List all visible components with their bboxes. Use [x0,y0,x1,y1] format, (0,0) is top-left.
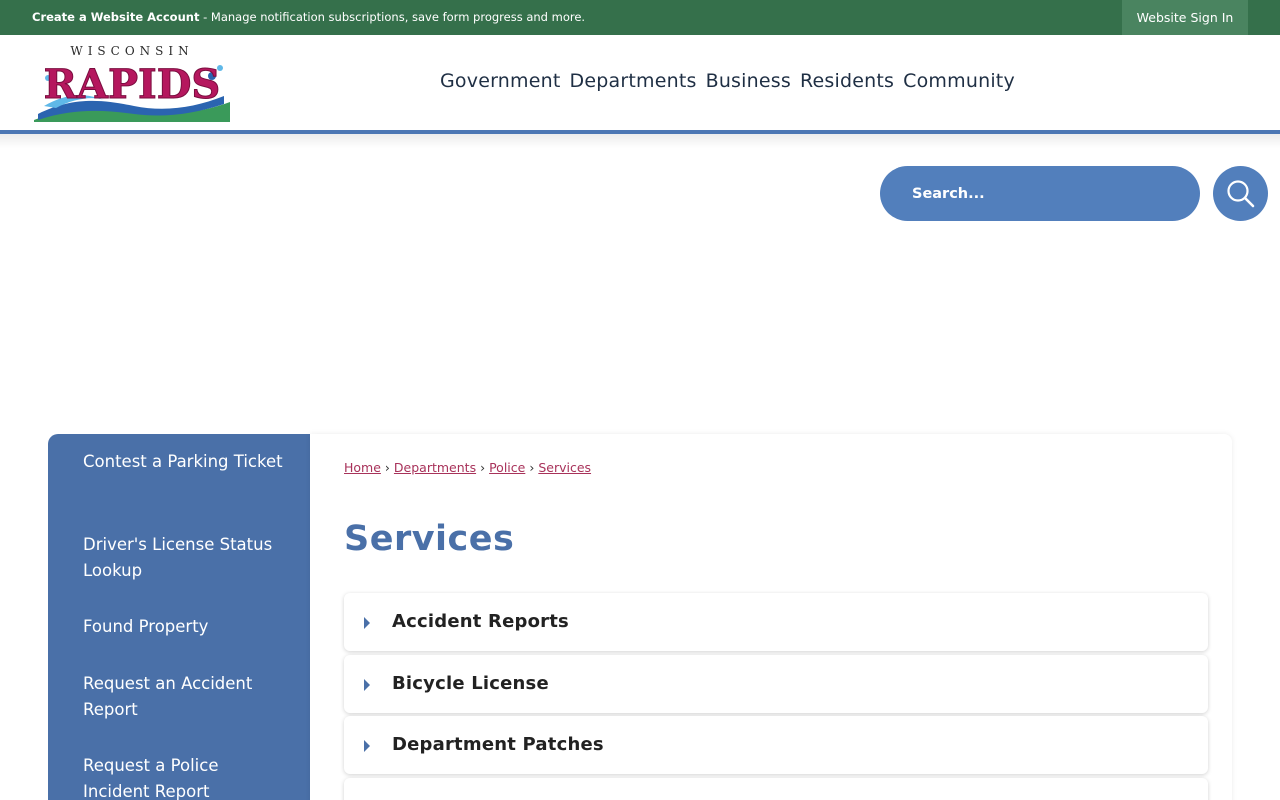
accordion-label: Accident Reports [392,611,569,632]
search-icon [1227,180,1255,208]
city-logo[interactable]: WISCONSIN RAPIDS [34,44,230,122]
header-shadow [0,134,1280,148]
nav-residents[interactable]: Residents [800,70,894,92]
breadcrumb-home[interactable]: Home [344,460,381,475]
page-title: Services [344,519,515,559]
nav-departments[interactable]: Departments [570,70,697,92]
accordion-label: Department Patches [392,734,604,755]
account-message-text: - Manage notification subscriptions, sav… [199,10,586,24]
breadcrumb-services[interactable]: Services [538,460,591,475]
sidebar-item-found-property[interactable]: Found Property [83,614,283,640]
accordion-bicycle-license[interactable]: Bicycle License [344,655,1208,713]
sidebar-item-contest-parking-ticket[interactable]: Contest a Parking Ticket [83,449,283,475]
sidebar-menu: Contest a Parking Ticket Driver's Licens… [48,434,310,800]
nav-business[interactable]: Business [706,70,791,92]
breadcrumb-separator: › [480,460,486,475]
caret-right-icon [364,740,370,752]
search-input[interactable] [880,166,1200,221]
breadcrumb-departments[interactable]: Departments [394,460,476,475]
accordion-accident-reports[interactable]: Accident Reports [344,593,1208,651]
nav-community[interactable]: Community [903,70,1015,92]
accordion-next-item[interactable] [344,778,1208,800]
website-sign-in-button[interactable]: Website Sign In [1122,0,1248,35]
caret-right-icon [364,617,370,629]
accordion-label: Bicycle License [392,673,549,694]
top-bar: Create a Website Account - Manage notifi… [0,0,1280,35]
create-account-link[interactable]: Create a Website Account [32,10,199,24]
logo-graphic: RAPIDS [34,61,230,122]
nav-government[interactable]: Government [440,70,561,92]
accordion-department-patches[interactable]: Department Patches [344,716,1208,774]
main-navigation: Government Departments Business Resident… [440,58,1024,104]
sidebar-item-request-incident-report[interactable]: Request a Police Incident Report [83,753,283,800]
logo-main-text: RAPIDS [44,61,221,108]
sidebar-item-drivers-license-lookup[interactable]: Driver's License Status Lookup [83,532,283,584]
breadcrumb-police[interactable]: Police [489,460,525,475]
account-message: Create a Website Account - Manage notifi… [32,0,585,35]
sidebar-item-request-accident-report[interactable]: Request an Accident Report [83,671,283,723]
breadcrumb-separator: › [529,460,535,475]
caret-right-icon [364,679,370,691]
breadcrumb: Home › Departments › Police › Services [344,460,591,475]
breadcrumb-separator: › [384,460,390,475]
search-button[interactable] [1213,166,1268,221]
